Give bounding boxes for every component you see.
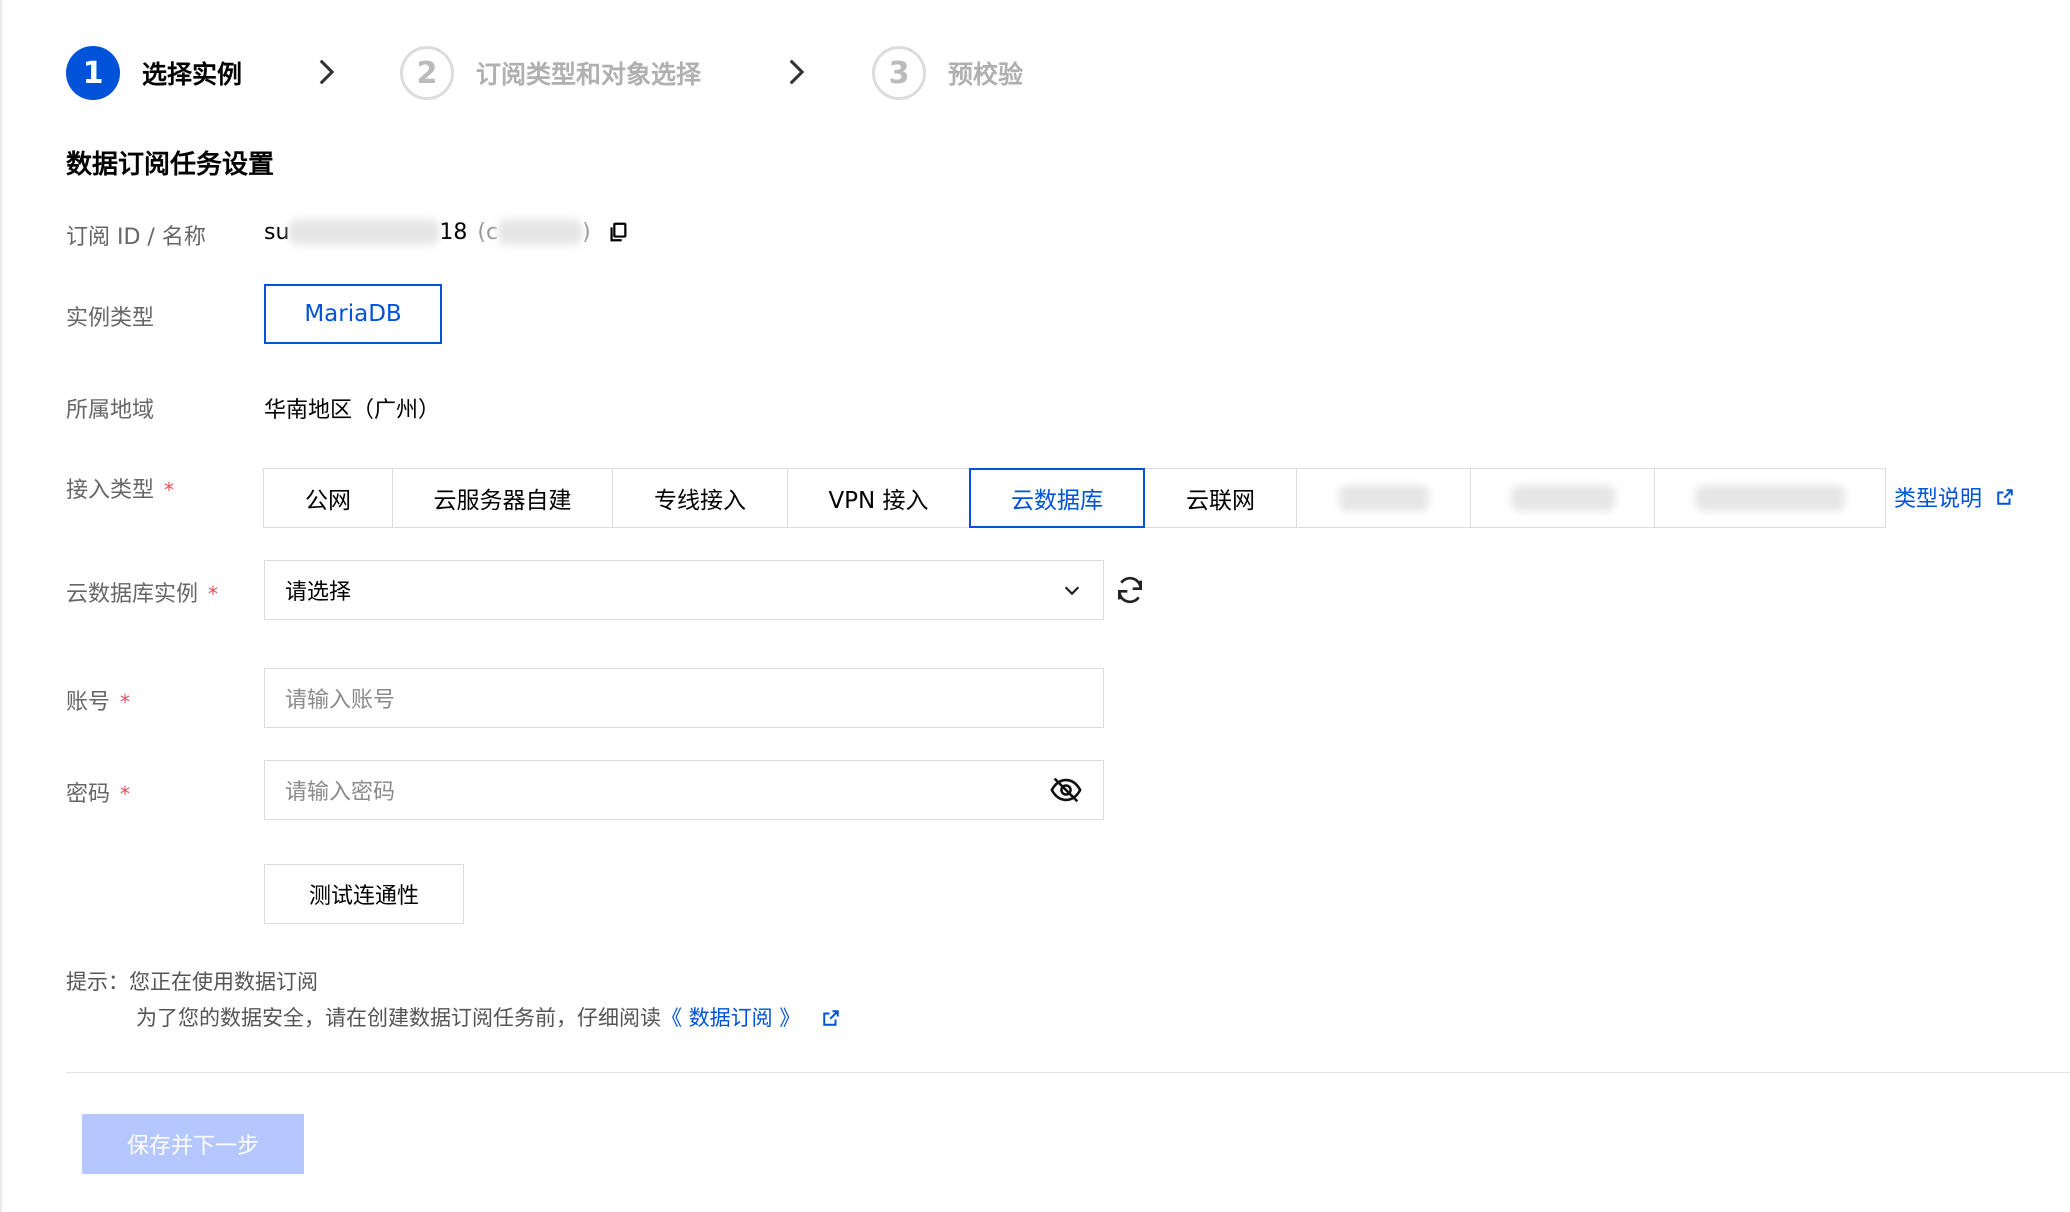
redacted-id [289, 219, 440, 245]
account-label-text: 账号 [66, 690, 111, 715]
access-type-label: 接入类型 * [66, 472, 174, 504]
step-2-number: 2 [400, 46, 454, 100]
access-type-cvm[interactable]: 云服务器自建 [392, 468, 613, 528]
subscription-name-prefix: (c [477, 219, 499, 245]
tips-line-1: 提示：您正在使用数据订阅 [66, 964, 840, 1000]
footer-divider [66, 1072, 2070, 1073]
type-help-link[interactable]: 类型说明 [1894, 481, 2014, 513]
access-type-direct-connect[interactable]: 专线接入 [612, 468, 788, 528]
chevron-right-icon [789, 59, 805, 85]
tips-line1: 您正在使用数据订阅 [129, 970, 318, 994]
access-type-public[interactable]: 公网 [263, 468, 393, 528]
db-instance-select-value: 请选择 [285, 580, 352, 605]
left-edge-divider [0, 0, 2, 1212]
password-label: 密码 * [66, 776, 130, 808]
account-input-placeholder: 请输入账号 [285, 688, 396, 713]
password-input[interactable]: 请输入密码 [264, 760, 1104, 820]
required-mark: * [164, 478, 175, 502]
instance-type-mariadb[interactable]: MariaDB [264, 284, 442, 344]
subscription-id-prefix: su [264, 219, 290, 245]
account-label: 账号 * [66, 684, 130, 716]
required-mark: * [120, 690, 131, 714]
db-instance-label-text: 云数据库实例 [66, 582, 199, 607]
step-1: 1 选择实例 [66, 43, 242, 103]
step-2: 2 订阅类型和对象选择 [400, 43, 701, 103]
db-instance-select[interactable]: 请选择 [264, 560, 1104, 620]
save-next-button[interactable]: 保存并下一步 [82, 1114, 304, 1174]
access-type-label-text: 接入类型 [66, 478, 155, 503]
required-mark: * [208, 582, 219, 606]
copy-icon[interactable] [607, 221, 629, 243]
external-link-icon[interactable] [822, 1009, 840, 1027]
step-2-label: 订阅类型和对象选择 [476, 60, 702, 89]
external-link-icon [1997, 489, 2013, 505]
instance-type-label: 实例类型 [66, 306, 155, 331]
redacted-option [1510, 485, 1615, 511]
subscription-id-value: su 18 (c ) [264, 219, 629, 245]
redacted-name [498, 219, 583, 245]
access-type-redacted-3[interactable] [1654, 468, 1886, 528]
access-type-redacted-2[interactable] [1470, 468, 1655, 528]
region-label: 所属地域 [66, 398, 155, 423]
region-value: 华南地区（广州） [264, 398, 441, 423]
access-type-group: 公网 云服务器自建 专线接入 VPN 接入 云数据库 云联网 [263, 468, 1886, 528]
required-mark: * [120, 782, 131, 806]
step-1-number: 1 [66, 46, 120, 100]
subscription-id-suffix: 18 [439, 219, 468, 245]
data-subscription-doc-link[interactable]: 《 数据订阅 》 [661, 1000, 800, 1036]
tips: 提示：您正在使用数据订阅 为了您的数据安全，请在创建数据订阅任务前，仔细阅读 《… [66, 964, 840, 1036]
eye-off-icon[interactable] [1049, 773, 1083, 807]
type-help-text: 类型说明 [1894, 487, 1983, 512]
password-label-text: 密码 [66, 782, 111, 807]
account-input[interactable]: 请输入账号 [264, 668, 1104, 728]
redacted-option [1695, 485, 1845, 511]
access-type-cloud-db[interactable]: 云数据库 [969, 468, 1145, 528]
db-instance-label: 云数据库实例 * [66, 576, 218, 608]
access-type-vpn[interactable]: VPN 接入 [787, 468, 970, 528]
chevron-right-icon [319, 59, 335, 85]
step-3: 3 预校验 [872, 43, 1023, 103]
step-3-number: 3 [872, 46, 926, 100]
tips-line2-text: 为了您的数据安全，请在创建数据订阅任务前，仔细阅读 [136, 1006, 661, 1030]
redacted-option [1338, 485, 1429, 511]
test-connectivity-button[interactable]: 测试连通性 [264, 864, 464, 924]
tips-line-2: 为了您的数据安全，请在创建数据订阅任务前，仔细阅读 《 数据订阅 》 [66, 1000, 840, 1036]
password-input-placeholder: 请输入密码 [285, 780, 396, 805]
access-type-redacted-1[interactable] [1296, 468, 1471, 528]
chevron-down-icon [1064, 586, 1080, 596]
refresh-icon[interactable] [1114, 574, 1146, 606]
access-type-ccn[interactable]: 云联网 [1144, 468, 1297, 528]
section-title: 数据订阅任务设置 [66, 150, 275, 180]
step-3-label: 预校验 [948, 60, 1024, 89]
subscription-id-label: 订阅 ID / 名称 [66, 225, 206, 250]
step-1-label: 选择实例 [142, 60, 243, 89]
subscription-name-suffix: ) [582, 219, 591, 245]
tips-prefix: 提示： [66, 970, 129, 994]
